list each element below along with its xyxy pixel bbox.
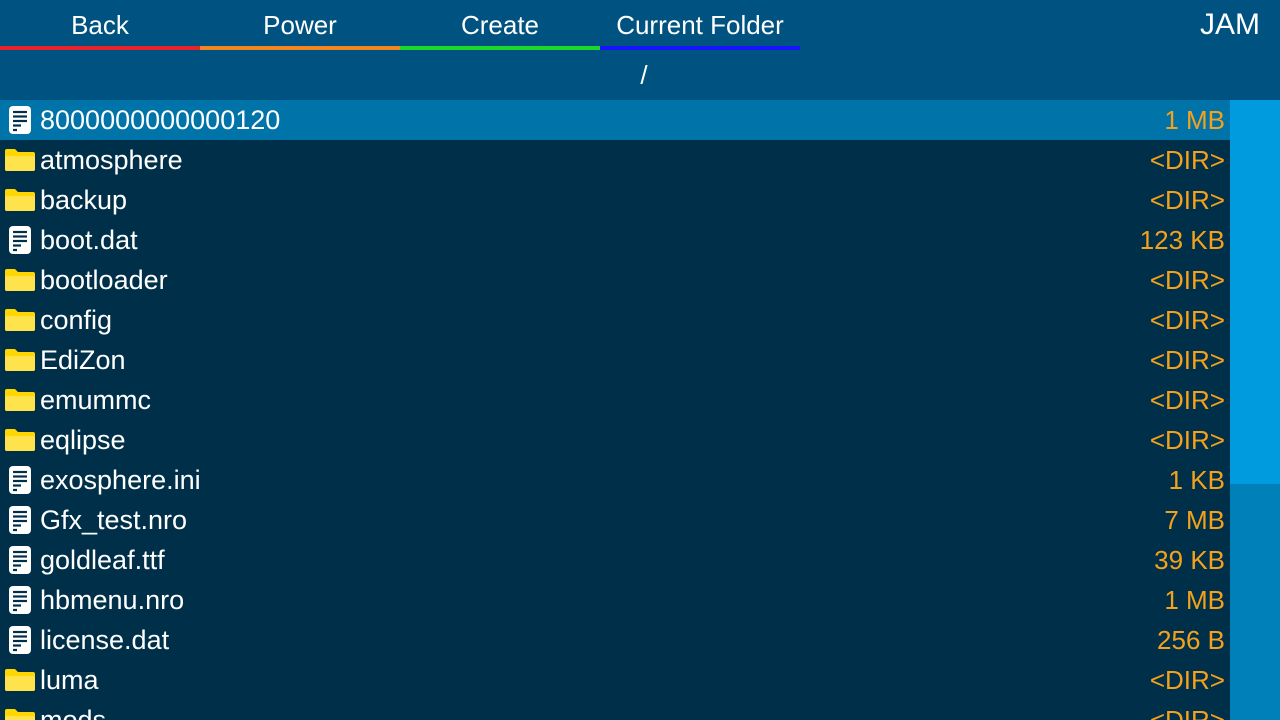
file-icon — [0, 500, 40, 540]
tab-current-folder-label: Current Folder — [616, 9, 784, 40]
folder-icon — [0, 340, 40, 380]
file-row[interactable]: emummc <DIR> — [0, 380, 1230, 420]
file-size: <DIR> — [1149, 384, 1225, 415]
file-icon — [0, 220, 40, 260]
file-size: <DIR> — [1149, 424, 1225, 455]
file-size: 256 B — [1157, 624, 1225, 655]
file-size: 39 KB — [1154, 544, 1225, 575]
file-icon — [0, 460, 40, 500]
tab-power[interactable]: Power — [200, 0, 400, 50]
file-row[interactable]: atmosphere <DIR> — [0, 140, 1230, 180]
file-name: Gfx_test.nro — [40, 504, 188, 535]
scrollbar-track[interactable] — [1230, 100, 1280, 720]
file-size: <DIR> — [1149, 304, 1225, 335]
file-name: bootloader — [40, 264, 168, 295]
scrollbar-thumb[interactable] — [1230, 100, 1280, 484]
folder-icon — [0, 260, 40, 300]
file-name: goldleaf.ttf — [40, 544, 165, 575]
file-name: mods — [40, 704, 107, 720]
file-size: <DIR> — [1149, 344, 1225, 375]
file-name: boot.dat — [40, 224, 138, 255]
top-bar: Back Power Create Current Folder JAM / — [0, 0, 1280, 100]
file-row[interactable]: hbmenu.nro 1 MB — [0, 580, 1230, 620]
file-name: exosphere.ini — [40, 464, 201, 495]
folder-icon — [0, 420, 40, 460]
folder-icon — [0, 380, 40, 420]
file-size: <DIR> — [1149, 704, 1225, 720]
folder-icon — [0, 180, 40, 220]
tab-power-label: Power — [263, 9, 337, 40]
file-name: atmosphere — [40, 144, 183, 175]
folder-icon — [0, 660, 40, 700]
file-name: luma — [40, 664, 99, 695]
file-row[interactable]: mods <DIR> — [0, 700, 1230, 720]
file-name: hbmenu.nro — [40, 584, 185, 615]
file-row[interactable]: config <DIR> — [0, 300, 1230, 340]
file-row[interactable]: EdiZon <DIR> — [0, 340, 1230, 380]
current-path: / — [640, 59, 648, 90]
file-name: EdiZon — [40, 344, 126, 375]
file-name: eqlipse — [40, 424, 126, 455]
file-row[interactable]: eqlipse <DIR> — [0, 420, 1230, 460]
file-row[interactable]: license.dat 256 B — [0, 620, 1230, 660]
file-row[interactable]: boot.dat 123 KB — [0, 220, 1230, 260]
file-name: license.dat — [40, 624, 170, 655]
tab-back[interactable]: Back — [0, 0, 200, 50]
file-size: 123 KB — [1139, 224, 1225, 255]
file-row[interactable]: Gfx_test.nro 7 MB — [0, 500, 1230, 540]
file-row[interactable]: backup <DIR> — [0, 180, 1230, 220]
file-size: 1 KB — [1168, 464, 1225, 495]
file-size: 7 MB — [1164, 504, 1225, 535]
file-list: 8000000000000120 1 MB atmosphere <DIR> backu… — [0, 100, 1230, 720]
file-icon — [0, 540, 40, 580]
folder-icon — [0, 700, 40, 720]
file-size: 1 MB — [1164, 104, 1225, 135]
file-icon — [0, 580, 40, 620]
tab-current-folder[interactable]: Current Folder — [600, 0, 800, 50]
folder-icon — [0, 300, 40, 340]
file-size: <DIR> — [1149, 184, 1225, 215]
file-row[interactable]: luma <DIR> — [0, 660, 1230, 700]
app-title: JAM — [1200, 8, 1260, 41]
file-row[interactable]: bootloader <DIR> — [0, 260, 1230, 300]
file-icon — [0, 100, 40, 140]
file-size: 1 MB — [1164, 584, 1225, 615]
file-size: <DIR> — [1149, 264, 1225, 295]
file-size: <DIR> — [1149, 144, 1225, 175]
file-name: backup — [40, 184, 128, 215]
tab-create[interactable]: Create — [400, 0, 600, 50]
tab-create-label: Create — [460, 9, 540, 40]
file-row[interactable]: 8000000000000120 1 MB — [0, 100, 1230, 140]
folder-icon — [0, 140, 40, 180]
file-name: 8000000000000120 — [40, 104, 281, 135]
tab-back-label: Back — [71, 9, 129, 40]
file-name: emummc — [40, 384, 152, 415]
file-icon — [0, 620, 40, 660]
file-name: config — [40, 304, 113, 335]
file-row[interactable]: exosphere.ini 1 KB — [0, 460, 1230, 500]
file-row[interactable]: goldleaf.ttf 39 KB — [0, 540, 1230, 580]
file-size: <DIR> — [1149, 664, 1225, 695]
